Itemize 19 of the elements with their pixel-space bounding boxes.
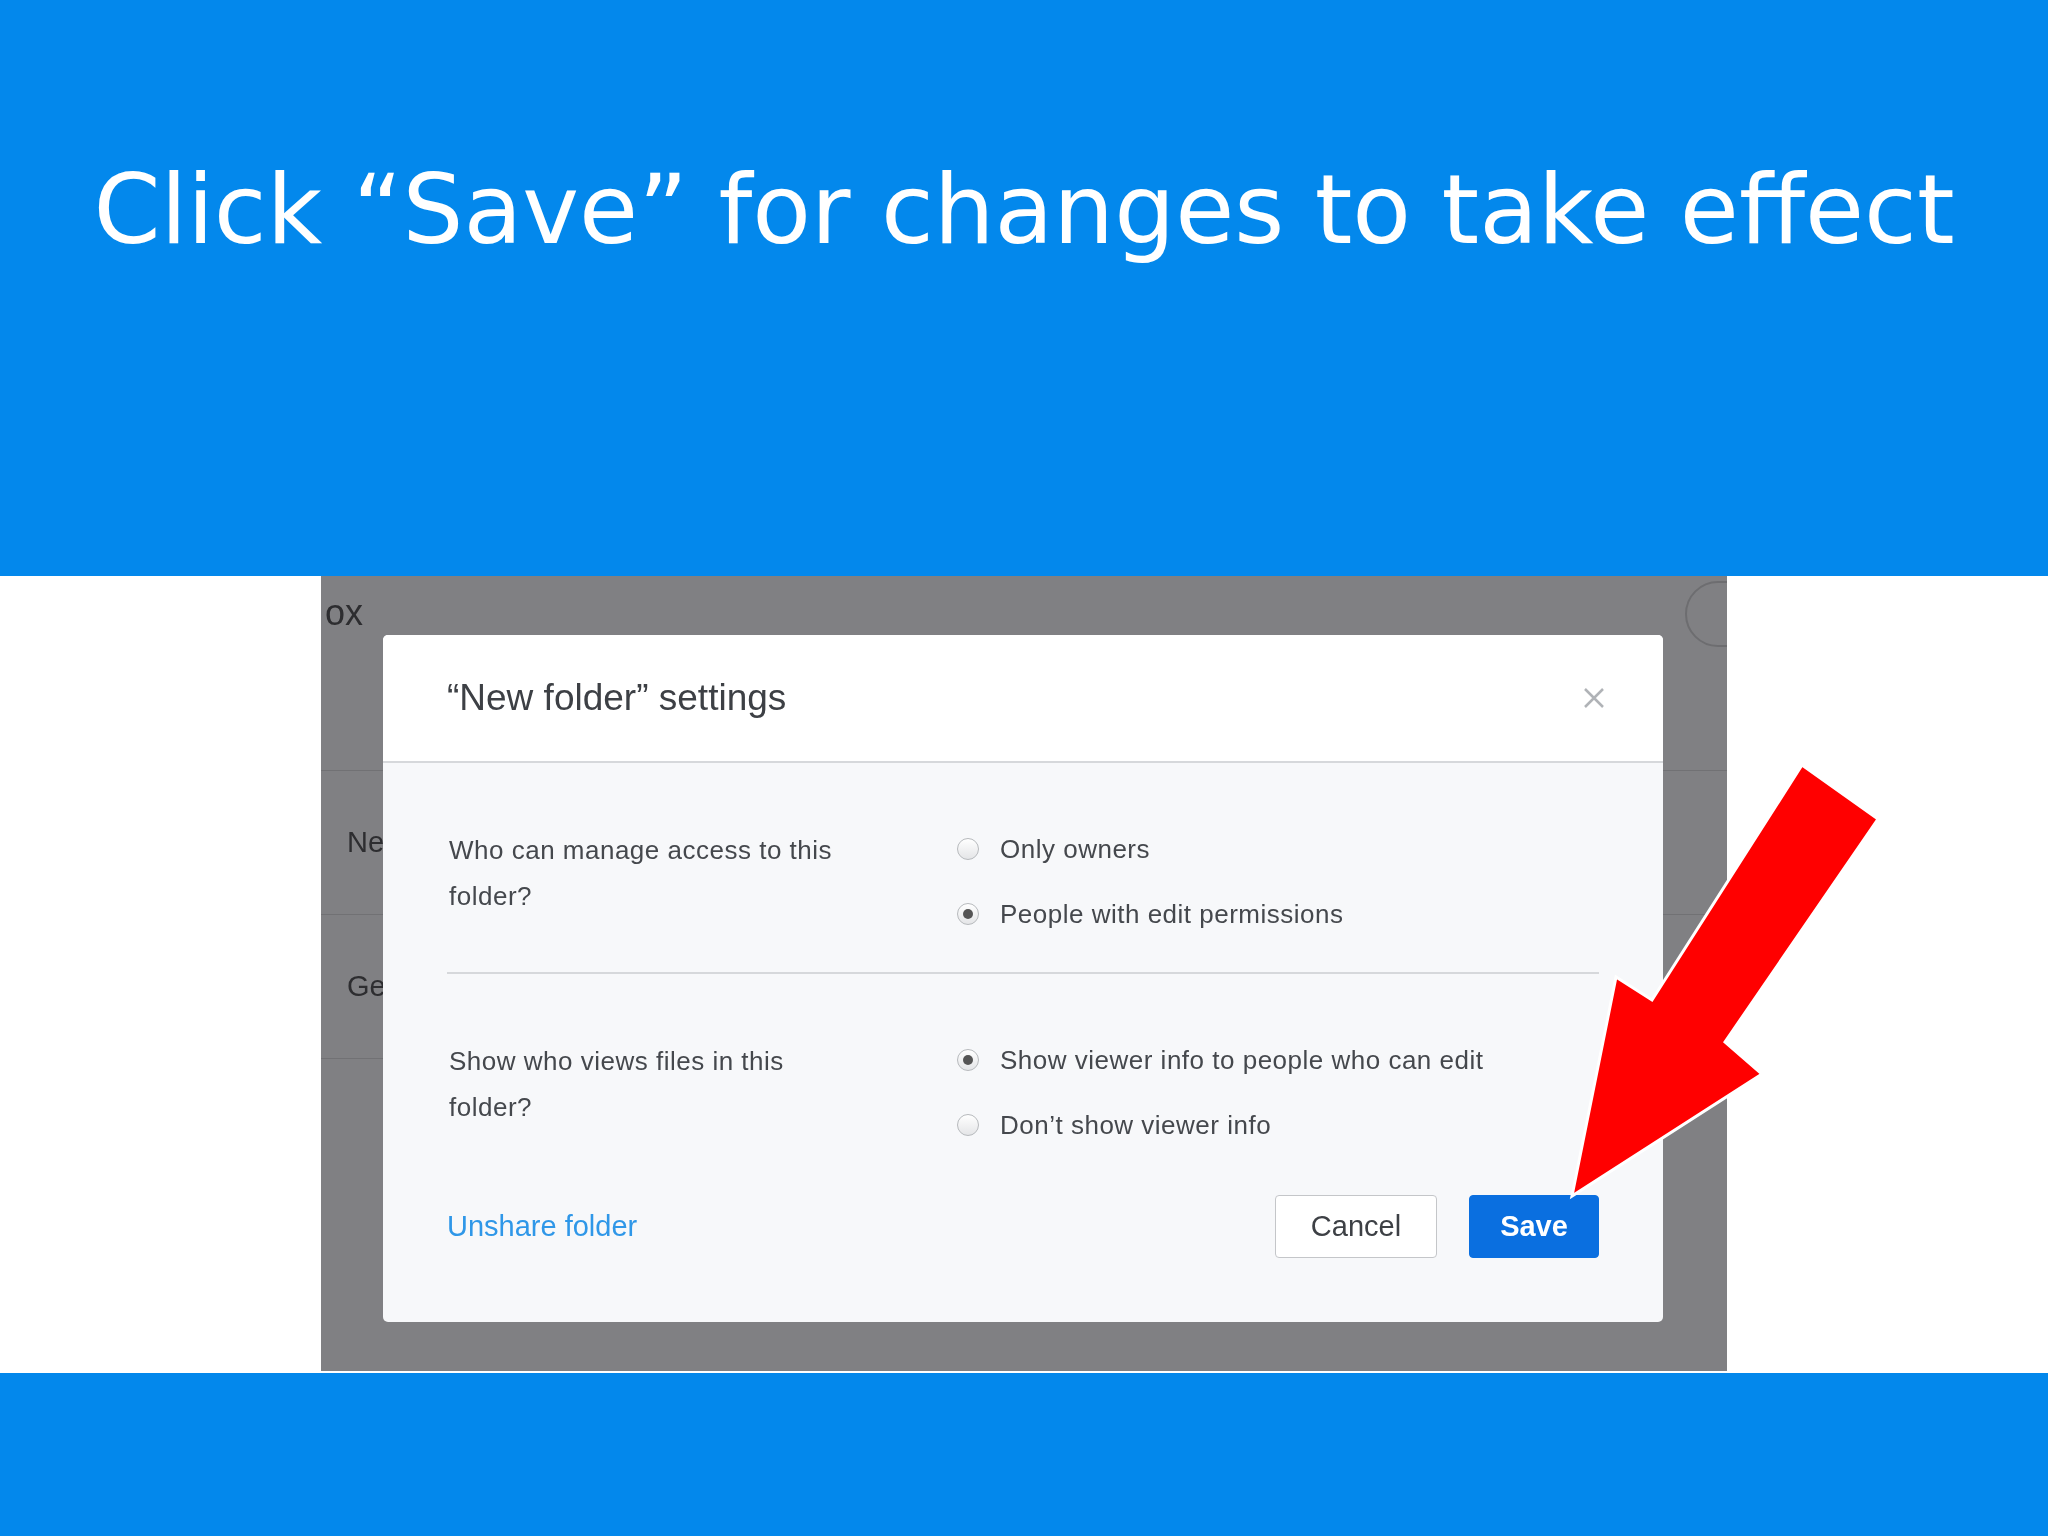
- slide-title: Click “Save” for changes to take effect: [93, 153, 1955, 268]
- radio-label: People with edit permissions: [1000, 898, 1344, 930]
- cancel-button[interactable]: Cancel: [1275, 1195, 1437, 1258]
- radio-button[interactable]: [957, 1114, 979, 1136]
- app-name: ox: [325, 592, 364, 634]
- radio-label: Show viewer info to people who can edit: [1000, 1044, 1484, 1076]
- list-item: Ge: [347, 970, 386, 1003]
- list-item: Ne: [347, 826, 385, 859]
- close-icon[interactable]: [1583, 687, 1605, 709]
- radio-label: Only owners: [1000, 833, 1150, 865]
- unshare-link[interactable]: Unshare folder: [447, 1210, 638, 1243]
- radio-label: Don’t show viewer info: [1000, 1109, 1272, 1141]
- setting-question: Who can manage access to this folder?: [449, 834, 834, 913]
- radio-button[interactable]: [957, 1049, 979, 1071]
- dialog-title: “New folder” settings: [447, 677, 787, 719]
- save-button[interactable]: Save: [1469, 1195, 1599, 1258]
- setting-question: Show who views files in this folder?: [449, 1045, 785, 1124]
- radio-button[interactable]: [957, 903, 979, 925]
- radio-button[interactable]: [957, 838, 979, 860]
